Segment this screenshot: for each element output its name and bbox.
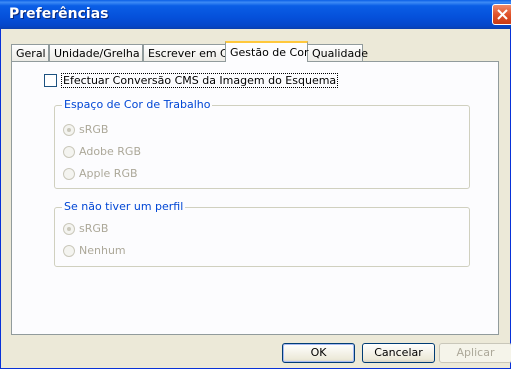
radio-working-adobe-rgb[interactable]: Adobe RGB <box>63 145 141 158</box>
radio-label: sRGB <box>79 123 109 136</box>
radio-button[interactable] <box>63 145 75 158</box>
radio-working-srgb[interactable]: sRGB <box>63 123 108 136</box>
radio-button[interactable] <box>63 222 75 235</box>
radio-no-profile-nenhum[interactable]: Nenhum <box>63 244 126 257</box>
tab-gestao-de-cor[interactable]: Gestão de Cor <box>225 41 308 62</box>
cms-conversion-label[interactable]: Efectuar Conversão CMS da Imagem do Esqu… <box>61 72 339 88</box>
tab-geral[interactable]: Geral <box>11 44 49 61</box>
radio-label: Nenhum <box>79 244 126 257</box>
radio-label: Apple RGB <box>79 167 138 180</box>
radio-button[interactable] <box>63 167 75 180</box>
preferences-dialog: Preferências Geral Unidade/Grelha Escrev… <box>0 0 511 369</box>
radio-no-profile-srgb[interactable]: sRGB <box>63 222 108 235</box>
no-profile-title: Se não tiver um perfil <box>62 200 186 213</box>
title-bar[interactable]: Preferências <box>0 0 511 29</box>
working-space-group: Espaço de Cor de Trabalho sRGB Adobe RGB… <box>54 98 470 189</box>
apply-button[interactable]: Aplicar <box>439 343 511 363</box>
working-space-title: Espaço de Cor de Trabalho <box>62 98 213 111</box>
tab-qualidade[interactable]: Qualidade <box>307 44 368 61</box>
tab-escrever-em-cd[interactable]: Escrever em CD <box>143 44 236 61</box>
cancel-button[interactable]: Cancelar <box>362 343 435 363</box>
ok-button[interactable]: OK <box>282 343 355 363</box>
radio-label: sRGB <box>79 222 109 235</box>
close-icon <box>497 9 508 20</box>
tab-panel-gestao-de-cor: Efectuar Conversão CMS da Imagem do Esqu… <box>11 61 499 335</box>
radio-button[interactable] <box>63 123 75 136</box>
radio-label: Adobe RGB <box>79 145 142 158</box>
cms-conversion-checkbox-row[interactable]: Efectuar Conversão CMS da Imagem do Esqu… <box>44 72 339 88</box>
radio-working-apple-rgb[interactable]: Apple RGB <box>63 167 138 180</box>
no-profile-group: Se não tiver um perfil sRGB Nenhum <box>54 200 470 267</box>
radio-button[interactable] <box>63 244 75 257</box>
cms-conversion-checkbox[interactable] <box>44 73 57 87</box>
window-title: Preferências <box>9 6 109 22</box>
tab-unidade-grelha[interactable]: Unidade/Grelha <box>49 44 143 61</box>
close-button[interactable] <box>492 4 511 25</box>
